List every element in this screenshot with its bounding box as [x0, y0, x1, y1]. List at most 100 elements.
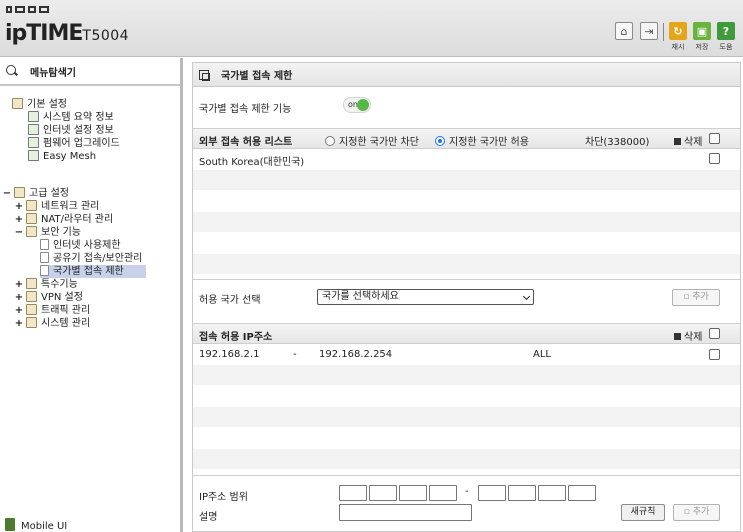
search-icon: [6, 65, 18, 77]
save-icon: ▣: [696, 24, 708, 38]
ip-entry-area: IP주소 범위 - 설명 새규칙 ▫ 추가: [193, 476, 740, 532]
delete-label: 삭제: [674, 328, 702, 343]
tree-nat-router[interactable]: + NAT/라우터 관리: [14, 213, 113, 226]
logout-button[interactable]: ⇥: [640, 22, 658, 40]
tree-advanced-settings[interactable]: − 고급 설정: [2, 187, 69, 200]
ip-start-octet-1[interactable]: [339, 485, 367, 501]
restart-icon: ↻: [673, 24, 683, 38]
mesh-icon: [28, 150, 39, 161]
ip-start-octet-4[interactable]: [429, 485, 457, 501]
description-label: 설명: [199, 512, 218, 523]
router-icon: [26, 213, 37, 224]
help-label: 도움: [719, 43, 733, 51]
expand-icon: +: [14, 201, 24, 212]
mobile-ui-link[interactable]: Mobile UI: [5, 518, 67, 532]
country-checkbox[interactable]: [709, 153, 720, 164]
logout-icon: ⇥: [644, 24, 654, 38]
save-label: 저장: [695, 43, 709, 51]
feature-toggle[interactable]: on: [343, 97, 371, 113]
restart-label: 재시: [671, 43, 685, 51]
radio-block-only[interactable]: 지정한 국가만 차단: [325, 133, 419, 148]
expand-icon: +: [14, 292, 24, 303]
page-icon: [40, 252, 49, 263]
country-select-row: 허용 국가 선택 국가를 선택하세요 ▫ 추가: [193, 280, 740, 322]
delete-label: 삭제: [674, 133, 702, 148]
tree-basic-settings[interactable]: 기본 설정: [12, 98, 67, 111]
tree-network[interactable]: + 네트워크 관리: [14, 200, 99, 213]
block-count: 차단(338000): [585, 137, 650, 148]
help-button[interactable]: ?: [717, 22, 735, 40]
tree-router-access[interactable]: 공유기 접속/보안관리: [40, 252, 142, 265]
folder-icon: [14, 187, 25, 198]
tree-internet-info[interactable]: 인터넷 설정 정보: [28, 124, 114, 137]
logo: ipTIMET5004: [5, 21, 129, 46]
tree-system[interactable]: + 시스템 관리: [14, 317, 90, 330]
folder-icon: [26, 278, 37, 289]
ip-start-octet-2[interactable]: [369, 485, 397, 501]
ip-list-title: 접속 허용 IP주소: [199, 332, 273, 343]
feature-row: 국가별 접속 제한 기능 on: [193, 87, 740, 128]
home-icon: ⌂: [620, 24, 628, 38]
tree-system-summary[interactable]: 시스템 요약 정보: [28, 111, 114, 124]
help-icon: ?: [722, 24, 730, 38]
expand-icon: +: [14, 279, 24, 290]
menu-explorer-title: 메뉴탐색기: [0, 58, 180, 86]
tree-vpn[interactable]: + VPN 설정: [14, 291, 83, 304]
chart-icon: [28, 111, 39, 122]
ip-end-octet-3[interactable]: [538, 485, 566, 501]
description-input[interactable]: [339, 504, 472, 521]
allow-list-header: 외부 접속 허용 리스트 지정한 국가만 차단 지정한 국가만 허용 차단(33…: [193, 128, 740, 149]
restart-button[interactable]: ↻: [669, 22, 687, 40]
menu-explorer: 메뉴탐색기 기본 설정 시스템 요약 정보 인터넷 설정 정보 펌웨어 업그레이…: [0, 58, 183, 532]
main-panel: 국가별 접속 제한 국가별 접속 제한 기능 on 외부 접속 허용 리스트 지…: [192, 62, 741, 532]
allow-list-title: 외부 접속 허용 리스트: [199, 137, 293, 148]
system-icon: [26, 317, 37, 328]
header-toolbar: ⌂ ⇥ ↻ 재시 ▣ 저장 ? 도움: [615, 22, 735, 52]
expand-icon: +: [14, 318, 24, 329]
upgrade-icon: [28, 137, 39, 148]
select-all-ips-checkbox[interactable]: [709, 328, 720, 339]
tree-internet-restriction[interactable]: 인터넷 사용제한: [40, 239, 121, 252]
tree-easy-mesh[interactable]: Easy Mesh: [28, 150, 96, 163]
tree-firmware-upgrade[interactable]: 펌웨어 업그레이드: [28, 137, 120, 150]
ip-end-octet-2[interactable]: [508, 485, 536, 501]
ip-end-octet-1[interactable]: [478, 485, 506, 501]
country-select[interactable]: 국가를 선택하세요: [317, 289, 534, 305]
page-title-bar: 국가별 접속 제한: [193, 63, 740, 87]
add-ip-button[interactable]: ▫ 추가: [673, 504, 720, 521]
ip-end-octet-4[interactable]: [568, 485, 596, 501]
feature-label: 국가별 접속 제한 기능: [199, 104, 292, 115]
tree-special[interactable]: + 특수기능: [14, 278, 78, 291]
ip-start-octet-3[interactable]: [399, 485, 427, 501]
page-icon: [40, 265, 49, 276]
new-rule-button[interactable]: 새규칙: [621, 504, 665, 521]
page-title: 국가별 접속 제한: [221, 71, 293, 82]
ip-range-separator: -: [465, 486, 469, 497]
ip-range-label: IP주소 범위: [199, 492, 248, 503]
expand-icon: +: [14, 214, 24, 225]
lock-icon: [26, 226, 37, 237]
country-list: South Korea(대한민국): [193, 149, 740, 275]
home-button[interactable]: ⌂: [615, 22, 633, 40]
toggle-knob: [357, 99, 369, 111]
tree-country-restriction[interactable]: 국가별 접속 제한: [40, 265, 146, 278]
radio-allow-only[interactable]: 지정한 국가만 허용: [435, 133, 529, 148]
ip-row-checkbox[interactable]: [709, 349, 720, 360]
window-icon: [199, 69, 210, 81]
chevron-down-icon: [522, 292, 531, 301]
select-all-countries-checkbox[interactable]: [709, 133, 720, 144]
tree-traffic[interactable]: + 트래픽 관리: [14, 304, 90, 317]
logo-main: ipTIME: [5, 21, 83, 46]
network-icon: [26, 200, 37, 211]
radio-icon: [325, 136, 335, 146]
country-select-label: 허용 국가 선택: [199, 295, 261, 306]
ip-list: 192.168.2.1 - 192.168.2.254 ALL: [193, 344, 740, 470]
logo-dots-icon: [6, 6, 54, 16]
logo-model: T5004: [82, 28, 130, 44]
save-button[interactable]: ▣: [693, 22, 711, 40]
tree-security[interactable]: − 보안 기능: [14, 226, 81, 239]
folder-icon: [12, 98, 23, 109]
add-country-button[interactable]: ▫ 추가: [672, 289, 720, 306]
delete-icon: [674, 333, 681, 340]
expand-icon: +: [14, 305, 24, 316]
